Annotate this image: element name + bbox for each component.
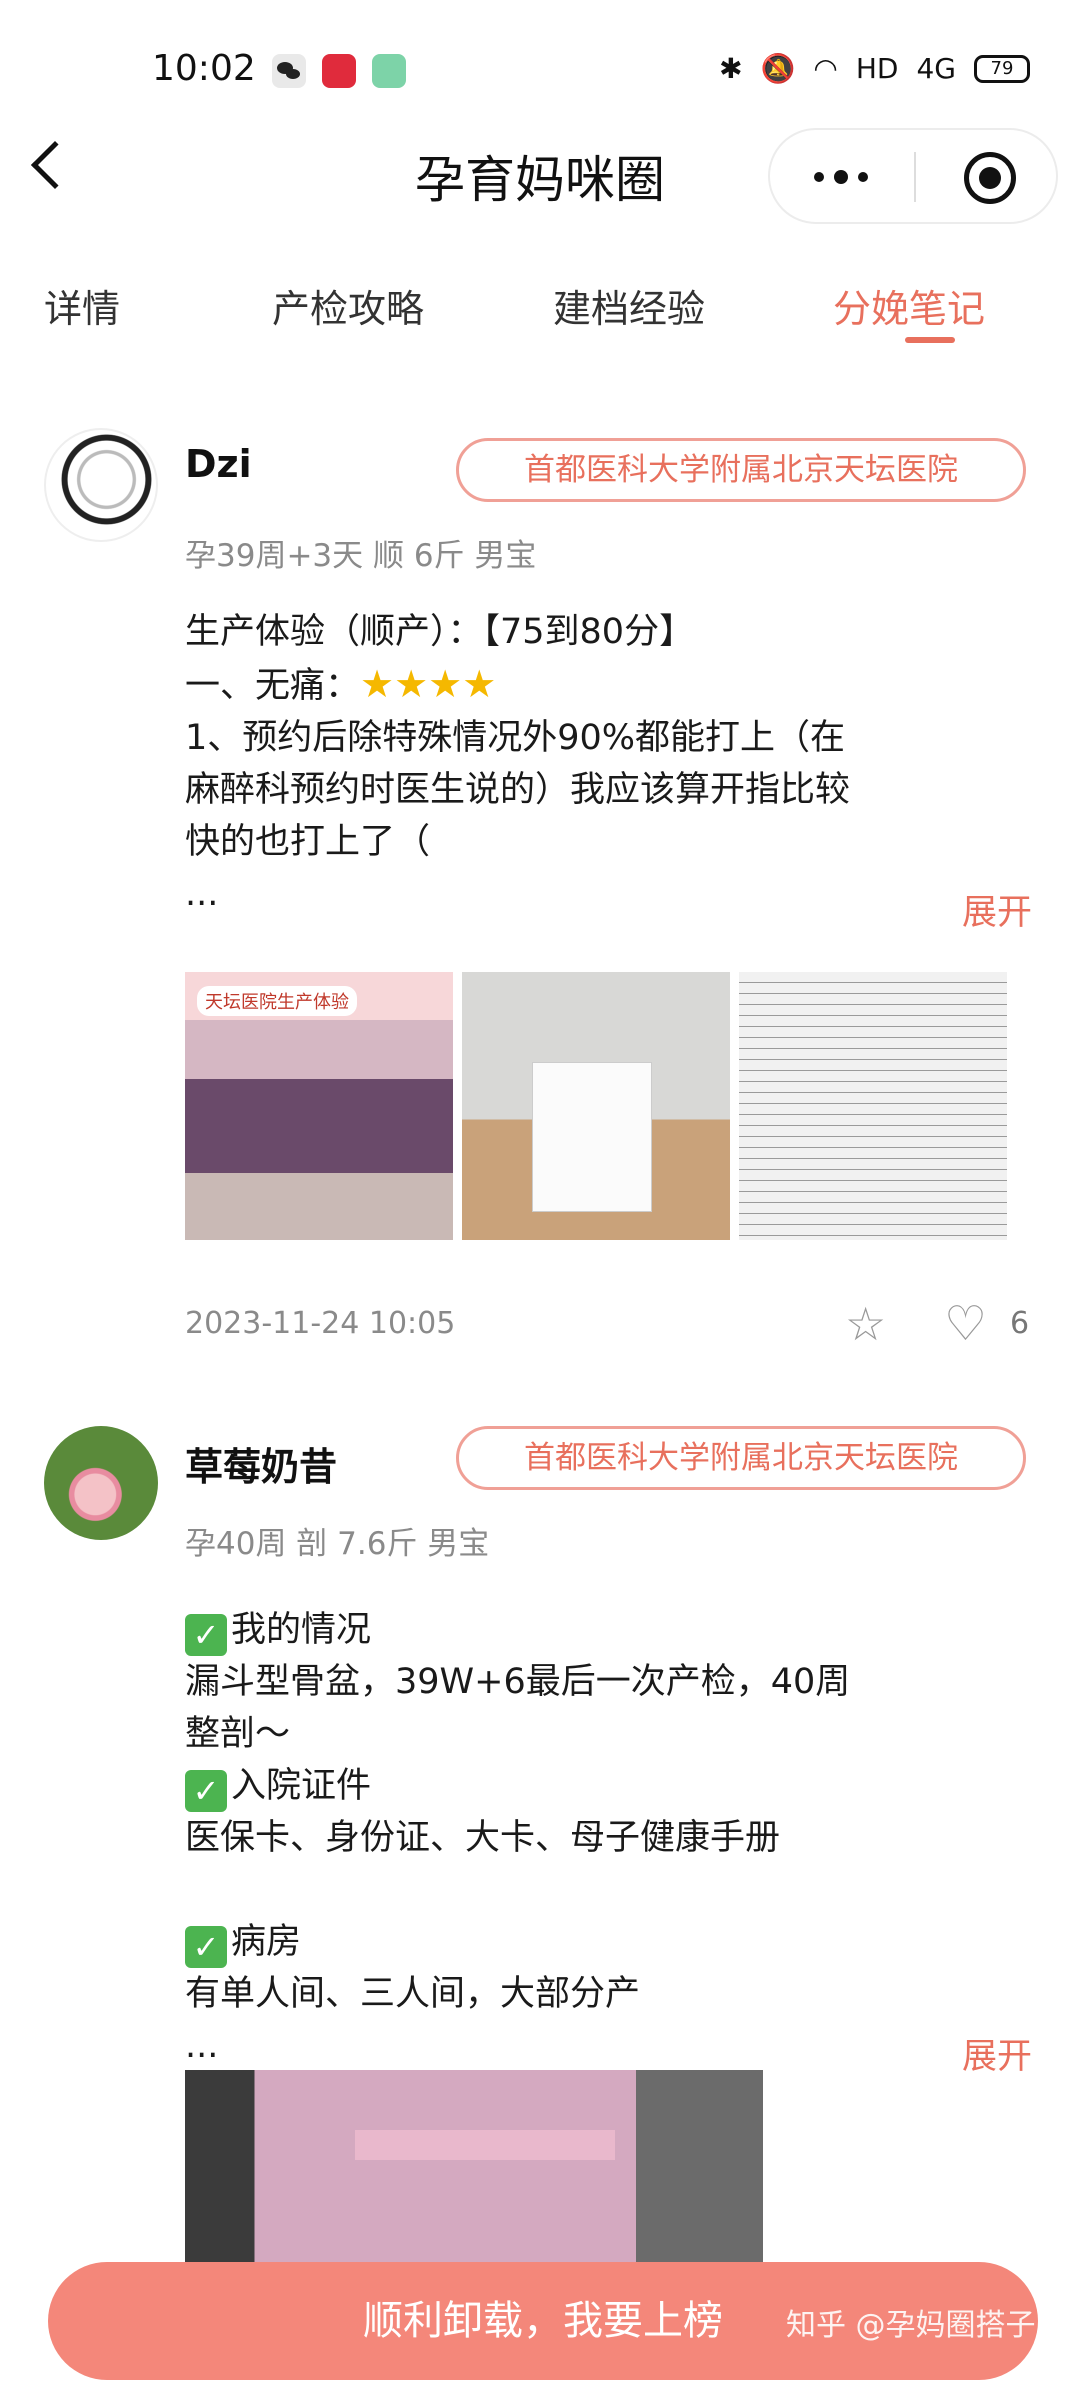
content-line: ✓ 入院证件 — [185, 1760, 945, 1812]
notification-icons — [272, 54, 406, 88]
content-line: 漏斗型骨盆，39W+6最后一次产检，40周 — [185, 1662, 851, 1702]
nav-bar: 孕育妈咪圈 — [0, 110, 1080, 230]
avatar[interactable] — [44, 1426, 158, 1540]
post-photo[interactable] — [185, 2070, 763, 2290]
wechat-icon — [272, 54, 306, 88]
tab-bar: 详情 产检攻略 建档经验 分娩笔记 — [0, 260, 1080, 350]
post-photo[interactable] — [462, 972, 730, 1240]
photo-paper — [532, 1062, 652, 1212]
more-icon[interactable] — [814, 170, 868, 184]
signal-label: 4G — [916, 52, 956, 85]
content-line: ... — [185, 2026, 219, 2066]
tab-details[interactable]: 详情 — [44, 278, 120, 333]
content-line-text: 病房 — [231, 1922, 302, 1962]
content-line: 有单人间、三人间，大部分产 — [185, 1974, 641, 2014]
tab-checkup-guide[interactable]: 产检攻略 — [272, 278, 424, 333]
active-tab-indicator — [905, 337, 955, 343]
content-line-text: 一、无痛： — [185, 666, 361, 706]
tab-registration[interactable]: 建档经验 — [553, 278, 705, 333]
content-line: ✓ 病房 — [185, 1916, 945, 1968]
post-photo[interactable] — [739, 972, 1007, 1240]
content-line: 一、无痛：★★★★ — [185, 658, 945, 712]
hospital-tag[interactable]: 首都医科大学附属北京天坛医院 — [456, 1426, 1026, 1490]
app-red-icon — [322, 54, 356, 88]
like-count: 6 — [1010, 1306, 1030, 1341]
content-line-text: 我的情况 — [231, 1610, 372, 1650]
miniprogram-capsule — [768, 128, 1058, 224]
content-line: 医保卡、身份证、大卡、母子健康手册 — [185, 1818, 781, 1858]
username[interactable]: 草莓奶昔 — [185, 1436, 337, 1491]
content-line: 1、预约后除特殊情况外90%都能打上（在 — [185, 718, 846, 758]
post-content[interactable]: 生产体验（顺产）：【75到80分】 一、无痛：★★★★ 1、预约后除特殊情况外9… — [185, 606, 945, 920]
network-type: HD — [855, 52, 899, 85]
status-time: 10:02 — [152, 48, 256, 89]
hospital-tag[interactable]: 首都医科大学附属北京天坛医院 — [456, 438, 1026, 502]
expand-button[interactable]: 展开 — [962, 2028, 1032, 2079]
content-line: 整剖～ — [185, 1714, 291, 1754]
content-line: ✓ 我的情况 — [185, 1604, 945, 1656]
username[interactable]: Dzi — [185, 442, 252, 486]
check-icon: ✓ — [185, 1770, 227, 1812]
rating-stars: ★★★★ — [360, 662, 497, 706]
app-green-icon — [372, 54, 406, 88]
status-right: ✱ 🔕 ◠ HD 4G 79 — [719, 52, 1030, 85]
heart-icon[interactable]: ♡ — [944, 1300, 990, 1348]
check-icon: ✓ — [185, 1614, 227, 1656]
battery-level: 79 — [990, 57, 1014, 79]
photo-caption: 天坛医院生产体验 — [197, 986, 357, 1016]
expand-button[interactable]: 展开 — [962, 884, 1032, 935]
content-line: 快的也打上了（ — [185, 822, 431, 862]
bluetooth-icon: ✱ — [719, 52, 743, 85]
close-miniprogram-icon[interactable] — [964, 152, 1016, 204]
photo-banner — [355, 2130, 615, 2160]
source-credit: 知乎 @孕妈圈搭子 — [786, 2308, 1036, 2343]
battery-icon: 79 — [974, 54, 1030, 83]
tab-delivery-notes[interactable]: 分娩笔记 — [833, 278, 985, 333]
avatar[interactable] — [44, 428, 158, 542]
post-content[interactable]: ✓ 我的情况 漏斗型骨盆，39W+6最后一次产检，40周 整剖～ ✓ 入院证件 医保… — [185, 1604, 945, 2072]
content-line — [185, 1864, 945, 1916]
star-icon[interactable]: ☆ — [845, 1301, 889, 1347]
capsule-divider — [914, 152, 916, 202]
post-photo[interactable]: 天坛医院生产体验 — [185, 972, 453, 1240]
content-line: 生产体验（顺产）：【75到80分】 — [185, 612, 695, 652]
content-line-text: 入院证件 — [231, 1766, 372, 1806]
post-timestamp: 2023-11-24 10:05 — [185, 1306, 456, 1341]
check-icon: ✓ — [185, 1926, 227, 1968]
post-meta: 孕39周+3天 顺 6斤 男宝 — [185, 538, 537, 574]
content-line: 麻醉科预约时医生说的）我应该算开指比较 — [185, 770, 851, 810]
post-meta: 孕40周 剖 7.6斤 男宝 — [185, 1526, 490, 1562]
wifi-icon: ◠ — [813, 52, 838, 85]
content-line: ... — [185, 874, 219, 914]
mute-icon: 🔕 — [760, 52, 796, 85]
